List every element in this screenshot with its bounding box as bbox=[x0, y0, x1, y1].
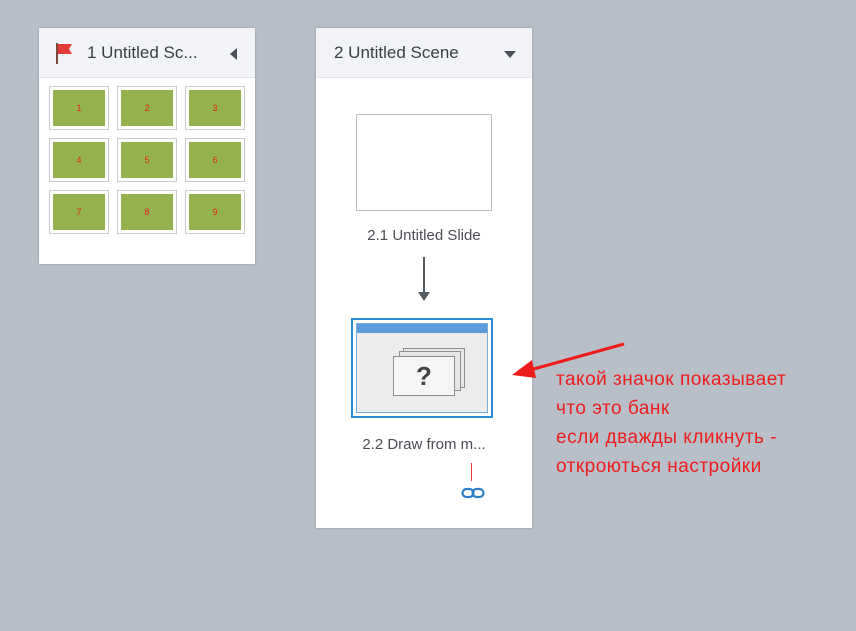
annotation-line: если дважды кликнуть - bbox=[556, 427, 778, 448]
annotation-line: откроються настройки bbox=[556, 456, 762, 477]
annotation-arrow bbox=[512, 342, 625, 378]
annotation-line: такой значок показывает bbox=[556, 369, 787, 390]
annotation-line: что это банк bbox=[556, 398, 670, 419]
annotation-text: такой значок показывает что это банк есл… bbox=[556, 365, 786, 481]
